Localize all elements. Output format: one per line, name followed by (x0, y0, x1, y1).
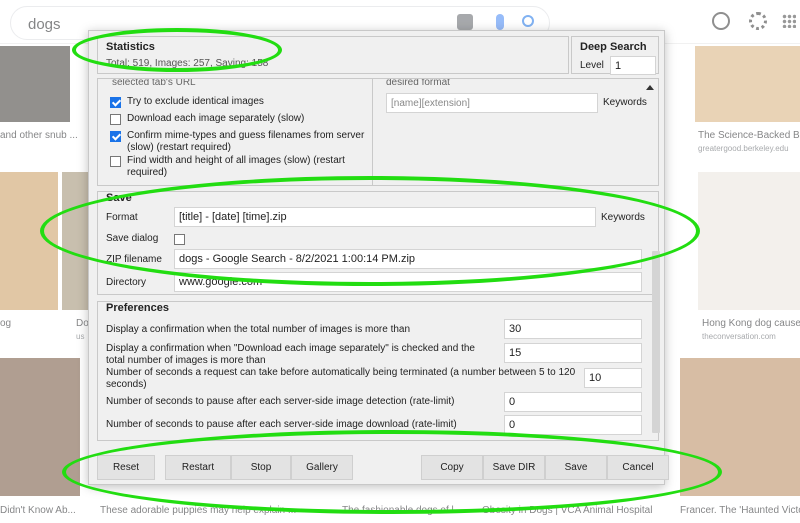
option-confirm-mime[interactable]: Confirm mime-types and guess filenames f… (110, 130, 372, 154)
pref-input[interactable]: 30 (504, 319, 642, 339)
format-label: Format (106, 212, 138, 223)
save-dialog-checkbox[interactable] (174, 234, 185, 245)
save-button[interactable]: Save (545, 455, 607, 480)
cancel-button[interactable]: Cancel (607, 455, 669, 480)
save-dir-button[interactable]: Save DIR (483, 455, 545, 480)
gallery-button[interactable]: Gallery (291, 455, 353, 480)
options-right-column: desired format [name][extension] Keyword… (381, 78, 647, 185)
statistics-title: Statistics (106, 41, 155, 53)
keywords-link[interactable]: Keywords (601, 212, 645, 223)
statistics-summary: Total: 519, Images: 257, Saving: 158 (106, 58, 269, 69)
options-left-column: selected tab's URL Try to exclude identi… (98, 78, 373, 185)
pref-input[interactable]: 10 (584, 368, 642, 388)
deep-search-panel: Deep Search Level 1 (571, 36, 659, 75)
directory-label: Directory (106, 277, 147, 288)
option-exclude-identical[interactable]: Try to exclude identical images (110, 96, 372, 108)
statistics-panel: Statistics Total: 519, Images: 257, Savi… (97, 36, 569, 74)
button-bar: Reset Restart Stop Gallery Copy Save DIR… (97, 455, 669, 483)
deep-search-title: Deep Search (580, 41, 647, 53)
pref-input[interactable]: 0 (504, 392, 642, 412)
keywords-link[interactable]: Keywords (603, 97, 647, 108)
option-label: Find width and height of all images (slo… (127, 155, 345, 178)
pref-label: Display a confirmation when the total nu… (106, 324, 411, 335)
pref-label: Number of seconds to pause after each se… (106, 419, 457, 430)
copy-button[interactable]: Copy (421, 455, 483, 480)
pref-label: Number of seconds to pause after each se… (106, 396, 455, 407)
level-input[interactable]: 1 (610, 56, 656, 75)
save-dialog-label: Save dialog (106, 233, 159, 244)
cut-off-label: selected tab's URL (112, 78, 196, 88)
level-label: Level (580, 60, 604, 71)
reset-button[interactable]: Reset (97, 455, 155, 480)
option-find-dimensions[interactable]: Find width and height of all images (slo… (110, 155, 372, 179)
pref-input[interactable]: 15 (504, 343, 642, 363)
option-download-separately[interactable]: Download each image separately (slow) (110, 113, 372, 125)
scroll-up-arrow-icon[interactable] (646, 85, 654, 90)
checkbox-checked[interactable] (110, 97, 121, 108)
stop-button[interactable]: Stop (231, 455, 291, 480)
checkbox-unchecked[interactable] (110, 156, 121, 167)
directory-input[interactable]: www.google.com (174, 272, 642, 292)
options-scroll-area[interactable]: selected tab's URL Try to exclude identi… (97, 78, 659, 186)
zip-filename-input[interactable]: dogs - Google Search - 8/2/2021 1:00:14 … (174, 249, 642, 269)
preferences-panel: Preferences Display a confirmation when … (97, 301, 659, 441)
name-format-input[interactable]: [name][extension] (386, 93, 598, 113)
option-label: Confirm mime-types and guess filenames f… (127, 130, 365, 153)
save-title: Save (106, 192, 132, 204)
pref-label: Display a confirmation when "Download ea… (106, 343, 475, 366)
restart-button[interactable]: Restart (165, 455, 231, 480)
checkbox-unchecked[interactable] (110, 114, 121, 125)
option-label: Try to exclude identical images (127, 96, 264, 107)
checkbox-checked[interactable] (110, 131, 121, 142)
pref-input[interactable]: 0 (504, 415, 642, 435)
vertical-scrollbar[interactable] (652, 251, 660, 433)
cut-off-label: desired format (386, 78, 450, 88)
image-downloader-dialog: Statistics Total: 519, Images: 257, Savi… (88, 30, 669, 485)
preferences-title: Preferences (106, 302, 169, 314)
zip-filename-label: ZIP filename (106, 254, 162, 265)
save-panel: Save Format [title] - [date] [time].zip … (97, 191, 659, 295)
option-label: Download each image separately (slow) (127, 113, 305, 124)
format-input[interactable]: [title] - [date] [time].zip (174, 207, 596, 227)
pref-label: Number of seconds a request can take bef… (106, 367, 576, 390)
